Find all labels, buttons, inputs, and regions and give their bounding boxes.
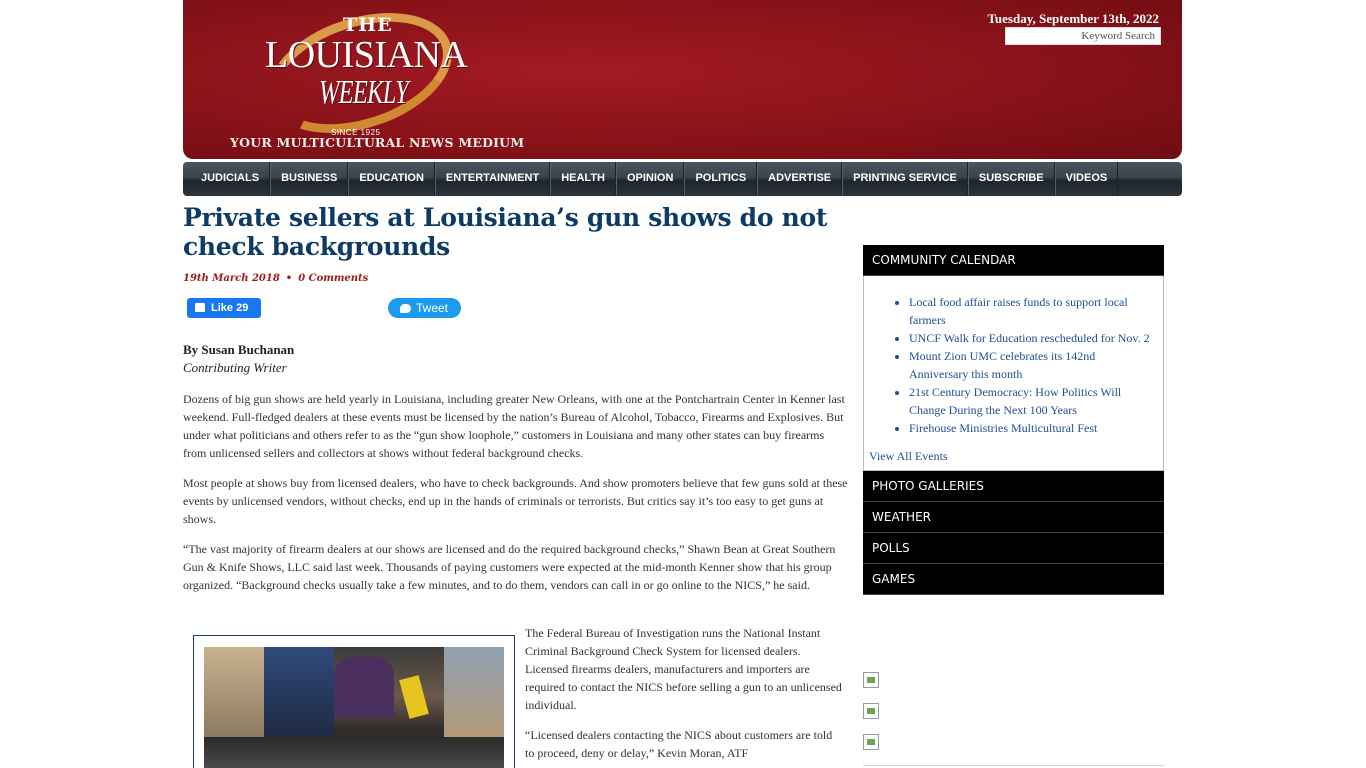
facebook-like-count: 29: [236, 302, 249, 314]
logo-louisiana: LOUISIANA: [265, 34, 468, 76]
nav-item-opinion[interactable]: OPINION: [615, 162, 685, 196]
event-link[interactable]: Mount Zion UMC celebrates its 142nd Anni…: [909, 347, 1153, 383]
nav-item-health[interactable]: HEALTH: [550, 162, 616, 196]
article-title: Private sellers at Louisiana’s gun shows…: [183, 203, 828, 261]
nav-item-business[interactable]: BUSINESS: [270, 162, 349, 196]
weather-header[interactable]: WEATHER: [863, 502, 1164, 533]
logo-weekly: WEEKLY: [319, 74, 409, 111]
photo-galleries-header[interactable]: PHOTO GALLERIES: [863, 471, 1164, 502]
article-paragraph: “The vast majority of firearm dealers at…: [183, 542, 836, 592]
polls-header[interactable]: POLLS: [863, 533, 1164, 564]
article-byline: By Susan Buchanan: [183, 342, 295, 357]
nav-item-education[interactable]: EDUCATION: [348, 162, 435, 196]
article-meta: 19th March 2018 • 0 Comments: [183, 273, 848, 284]
site-logo[interactable]: THE LOUISIANA WEEKLY SINCE 1925: [243, 0, 543, 155]
event-link[interactable]: 21st Century Democracy: How Politics Wil…: [909, 383, 1153, 419]
nav-item-subscribe[interactable]: SUBSCRIBE: [967, 162, 1055, 196]
facebook-like-button[interactable]: Like 29: [187, 298, 261, 318]
article-paragraph: Dozens of big gun shows are held yearly …: [183, 392, 845, 460]
nav-item-entertainment[interactable]: ENTERTAINMENT: [434, 162, 551, 196]
meta-separator: •: [285, 273, 293, 284]
view-all-events-link[interactable]: View All Events: [869, 449, 1153, 464]
broken-image-icon[interactable]: [863, 672, 879, 688]
twitter-bird-icon: [400, 304, 411, 313]
article-paragraph: “Licensed dealers contacting the NICS ab…: [525, 728, 833, 760]
event-link[interactable]: Local food affair raises funds to suppor…: [909, 293, 1153, 329]
event-link[interactable]: Firehouse Ministries Multicultural Fest: [909, 419, 1153, 437]
broken-image-icon[interactable]: [863, 734, 879, 750]
article: Private sellers at Louisiana’s gun shows…: [183, 203, 848, 768]
gun-show-photo[interactable]: [204, 647, 504, 768]
current-date: Tuesday, September 13th, 2022: [987, 11, 1159, 26]
article-date: 19th March 2018: [183, 273, 280, 284]
community-calendar-header[interactable]: COMMUNITY CALENDAR: [863, 245, 1164, 276]
nav-item-advertise[interactable]: ADVERTISE: [757, 162, 843, 196]
games-header[interactable]: GAMES: [863, 564, 1164, 595]
keyword-search-input[interactable]: Keyword Search: [1005, 27, 1161, 45]
article-side-text: The Federal Bureau of Investigation runs…: [525, 624, 843, 762]
event-list: Local food affair raises funds to suppor…: [869, 293, 1153, 437]
tweet-button[interactable]: Tweet: [388, 298, 461, 318]
tweet-label: Tweet: [416, 301, 449, 315]
nav-item-videos[interactable]: VIDEOS: [1054, 162, 1119, 196]
article-paragraph: Most people at shows buy from licensed d…: [183, 476, 848, 526]
event-link[interactable]: UNCF Walk for Education rescheduled for …: [909, 329, 1153, 347]
nav-item-printing-service[interactable]: PRINTING SERVICE: [842, 162, 968, 196]
article-paragraph: The Federal Bureau of Investigation runs…: [525, 626, 842, 712]
site-tagline: YOUR MULTICULTURAL NEWS MEDIUM: [230, 135, 525, 150]
nav-item-judicials[interactable]: JUDICIALS: [185, 162, 271, 196]
community-calendar: Local food affair raises funds to suppor…: [863, 276, 1164, 471]
social-buttons: Like 29 Tweet: [183, 298, 848, 334]
comments-link[interactable]: 0 Comments: [298, 273, 368, 284]
thumbs-up-icon: [195, 303, 205, 312]
broken-image-icon[interactable]: [863, 703, 879, 719]
facebook-like-label: Like: [211, 302, 234, 314]
sidebar: COMMUNITY CALENDAR Local food affair rai…: [863, 245, 1164, 595]
article-figure: [193, 635, 515, 768]
nav-item-politics[interactable]: POLITICS: [684, 162, 758, 196]
main-nav: JUDICIALS BUSINESS EDUCATION ENTERTAINME…: [183, 162, 1182, 196]
site-header: THE LOUISIANA WEEKLY SINCE 1925 YOUR MUL…: [183, 0, 1182, 159]
sidebar-divider: [863, 765, 1164, 766]
author-role: Contributing Writer: [183, 360, 287, 375]
